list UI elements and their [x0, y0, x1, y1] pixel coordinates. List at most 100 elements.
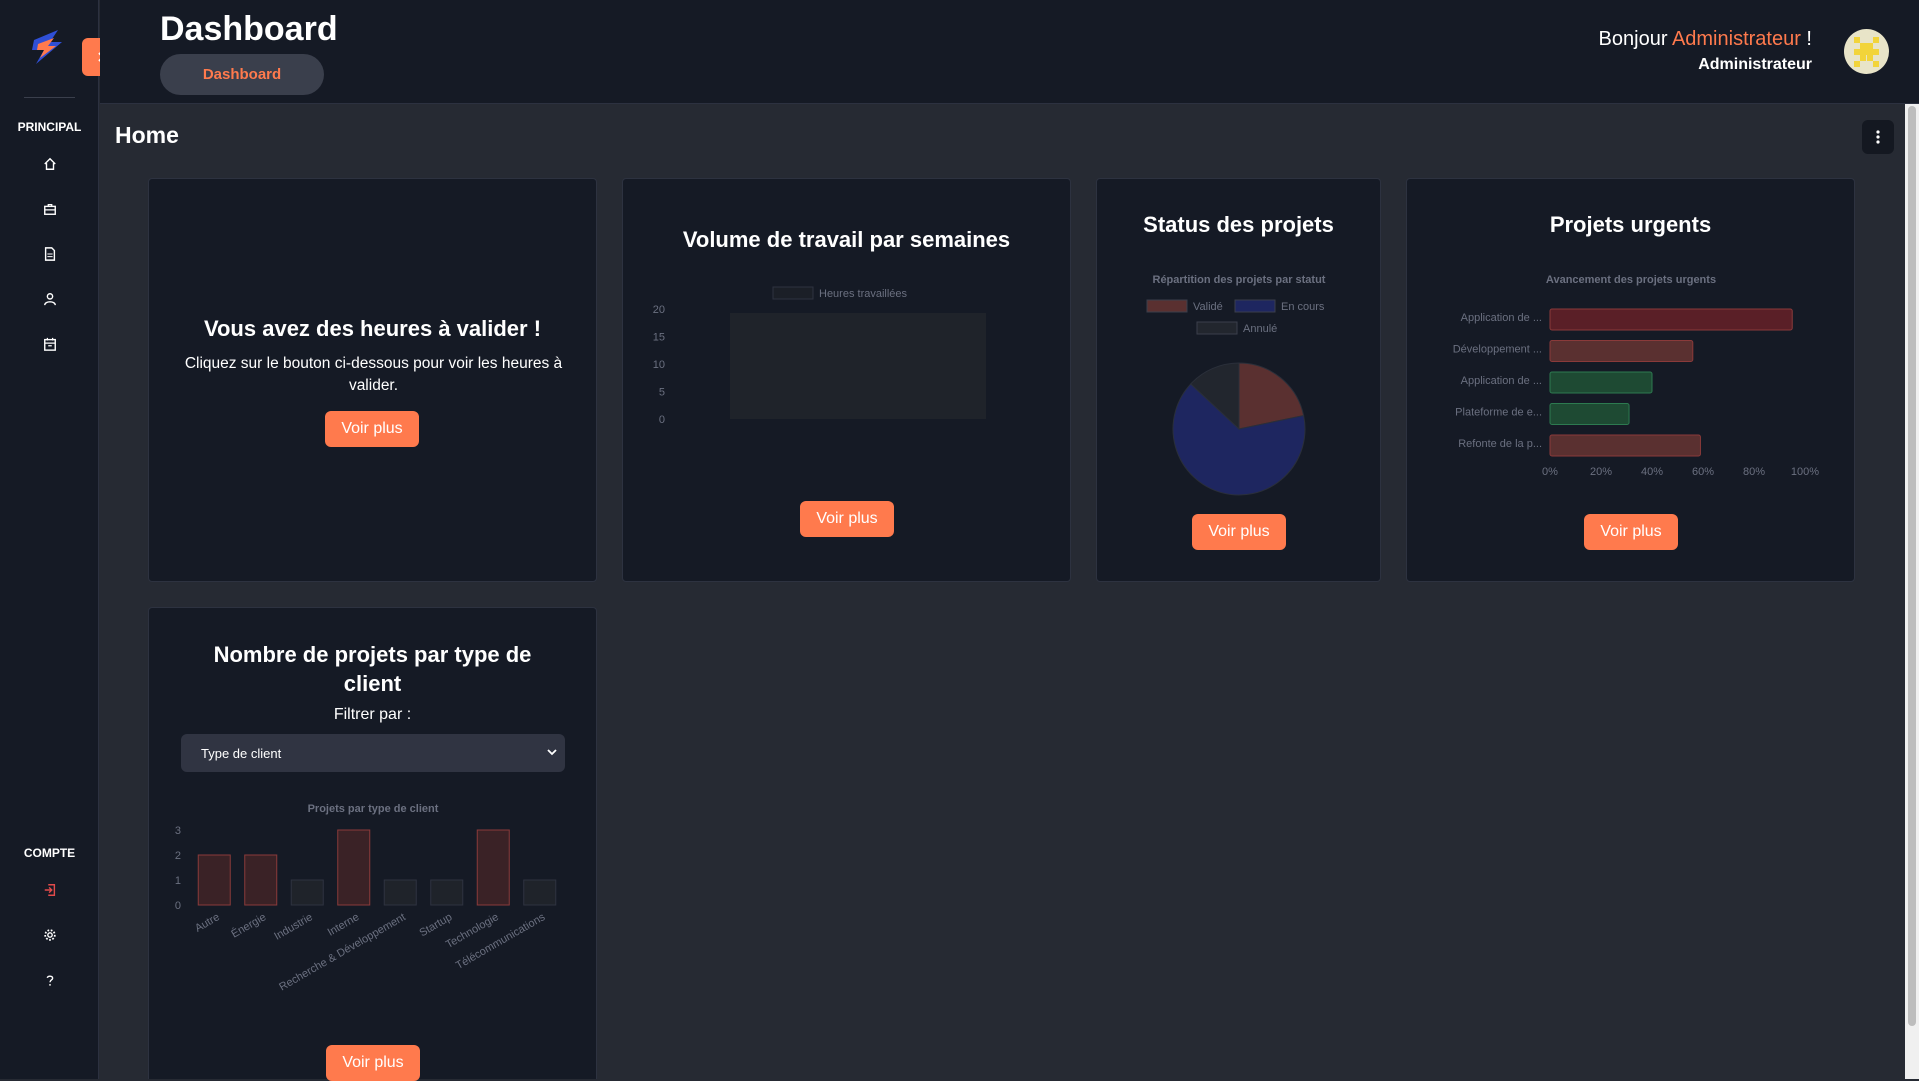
x-tick-label: Interne: [326, 911, 362, 939]
user-role: Administrateur: [1698, 56, 1812, 73]
sidebar-divider: [24, 97, 75, 98]
section-title-home: Home: [115, 122, 179, 148]
chart-subtitle: Répartition des projets par statut: [1153, 274, 1326, 286]
help-icon[interactable]: [38, 968, 62, 992]
calendar-icon[interactable]: [38, 332, 62, 356]
hours-card-text: Cliquez sur le bouton ci-dessous pour vo…: [184, 355, 563, 394]
y-tick-label: Application de ...: [1461, 312, 1542, 324]
y-tick-label: 10: [653, 359, 665, 371]
week-column-bg: [730, 313, 986, 419]
y-tick-label: 3: [175, 825, 181, 837]
urgent-card-title: Projets urgents: [1549, 212, 1712, 237]
chart-subtitle: Projets par type de client: [308, 803, 439, 815]
breadcrumb[interactable]: Dashboard: [160, 54, 324, 95]
select-value: Type de client: [201, 745, 282, 761]
y-tick-label: Refonte de la p...: [1458, 438, 1542, 450]
workload-chart: Heures travaillées051015202025 s 17: [653, 286, 986, 426]
legend-label: En cours: [1281, 301, 1325, 313]
y-tick-label: 15: [653, 332, 665, 344]
y-tick-label: 0: [659, 414, 665, 426]
page-scrollbar[interactable]: [1905, 104, 1919, 1079]
urgent-see-more-button[interactable]: Voir plus: [1584, 514, 1678, 550]
y-tick-label: 5: [659, 387, 665, 399]
workload-card-title: Volume de travail par semaines: [682, 227, 1011, 252]
bar-client-type: [430, 879, 464, 906]
greeting-username[interactable]: Administrateur: [1672, 28, 1801, 50]
legend-swatch: [1146, 299, 1188, 313]
avatar[interactable]: [1844, 29, 1889, 74]
x-tick-label: Startup: [418, 911, 455, 939]
y-tick-label: 20: [653, 304, 665, 316]
y-tick-label: 1: [175, 875, 181, 887]
greeting-suffix: !: [1800, 28, 1812, 50]
legend-label: Annulé: [1243, 323, 1277, 335]
x-tick-label: 0%: [1542, 466, 1558, 478]
y-tick-label: 2: [175, 850, 181, 862]
x-tick-label: Autre: [193, 911, 222, 935]
x-tick-label: 100%: [1791, 466, 1819, 478]
hours-card-title: Vous avez des heures à valider !: [203, 316, 542, 341]
legend-swatch: [1196, 321, 1238, 335]
legend-label: Heures travaillées: [819, 288, 908, 300]
project-status-card: Status des projets Répartition des proje…: [1096, 178, 1381, 582]
x-tick-label: 40%: [1641, 466, 1663, 478]
chevron-down-icon: [547, 749, 557, 756]
bar-client-type: [244, 854, 278, 906]
client-type-card: Nombre de projets par type de client Fil…: [148, 607, 597, 1081]
urgent-projects-card: Projets urgents Avancement des projets u…: [1406, 178, 1855, 582]
greeting-prefix: Bonjour: [1598, 28, 1672, 50]
hours-validation-card: Vous avez des heures à valider ! Cliquez…: [148, 178, 597, 582]
bar-client-type: [290, 879, 324, 906]
legend-swatch: [772, 286, 814, 300]
bar-client-type: [383, 879, 417, 906]
bar-client-type: [197, 854, 231, 906]
workload-see-more-button[interactable]: Voir plus: [800, 501, 894, 537]
y-tick-label: Application de ...: [1461, 375, 1542, 387]
home-icon[interactable]: [38, 152, 62, 176]
kebab-menu-icon: [1876, 130, 1880, 144]
x-tick-label: 20%: [1590, 466, 1612, 478]
sidebar: PRINCIPAL COMPTE: [0, 0, 99, 1079]
more-options-button[interactable]: [1862, 120, 1894, 154]
greeting: Bonjour Administrateur !: [1599, 28, 1812, 51]
progress-bar: [1549, 371, 1653, 394]
x-tick-label: Industrie: [272, 911, 315, 942]
client-type-see-more-button[interactable]: Voir plus: [326, 1045, 420, 1081]
filter-label: Filtrer par :: [333, 706, 412, 723]
hours-see-more-button[interactable]: Voir plus: [325, 411, 419, 447]
workload-card: Volume de travail par semaines Heures tr…: [622, 178, 1071, 582]
y-tick-label: 0: [175, 900, 181, 912]
y-tick-label: Plateforme de e...: [1455, 407, 1542, 419]
page-title: Dashboard: [160, 10, 338, 48]
progress-bar: [1549, 434, 1701, 457]
document-icon[interactable]: [38, 242, 62, 266]
section-label-principal: PRINCIPAL: [17, 120, 82, 134]
logout-icon[interactable]: [38, 878, 62, 902]
topbar: Dashboard Dashboard Bonjour Administrate…: [100, 0, 1919, 104]
gear-icon[interactable]: [38, 923, 62, 947]
client-type-select[interactable]: Type de client: [181, 734, 565, 772]
x-tick-label: Télécommunications: [454, 911, 548, 972]
section-label-compte: COMPTE: [23, 846, 76, 860]
legend-swatch: [1234, 299, 1276, 313]
app-logo[interactable]: [28, 28, 68, 68]
bar-client-type: [476, 829, 510, 906]
x-tick-label: 60%: [1692, 466, 1714, 478]
bar-client-type: [523, 879, 557, 906]
chart-subtitle: Avancement des projets urgents: [1546, 274, 1716, 286]
scrollbar-thumb[interactable]: [1908, 106, 1916, 1026]
progress-bar: [1549, 308, 1793, 331]
legend-label: Validé: [1193, 301, 1223, 313]
client-type-chart: Projets par type de client 0 1 2 3 Autre Énerg…: [175, 803, 557, 993]
y-tick-label: Développement ...: [1453, 344, 1542, 356]
x-tick-label: 80%: [1743, 466, 1765, 478]
bar-client-type: [337, 829, 371, 906]
progress-bar: [1549, 403, 1630, 425]
client-type-card-title: Nombre de projets par type de client: [213, 642, 532, 696]
status-chart: Répartition des projets par statut Validé…: [1146, 274, 1326, 496]
briefcase-icon[interactable]: [38, 197, 62, 221]
urgent-chart: Avancement des projets urgents Applicatio…: [1453, 274, 1820, 478]
status-card-title: Status des projets: [1143, 212, 1334, 237]
status-see-more-button[interactable]: Voir plus: [1192, 514, 1286, 550]
user-icon[interactable]: [38, 287, 62, 311]
